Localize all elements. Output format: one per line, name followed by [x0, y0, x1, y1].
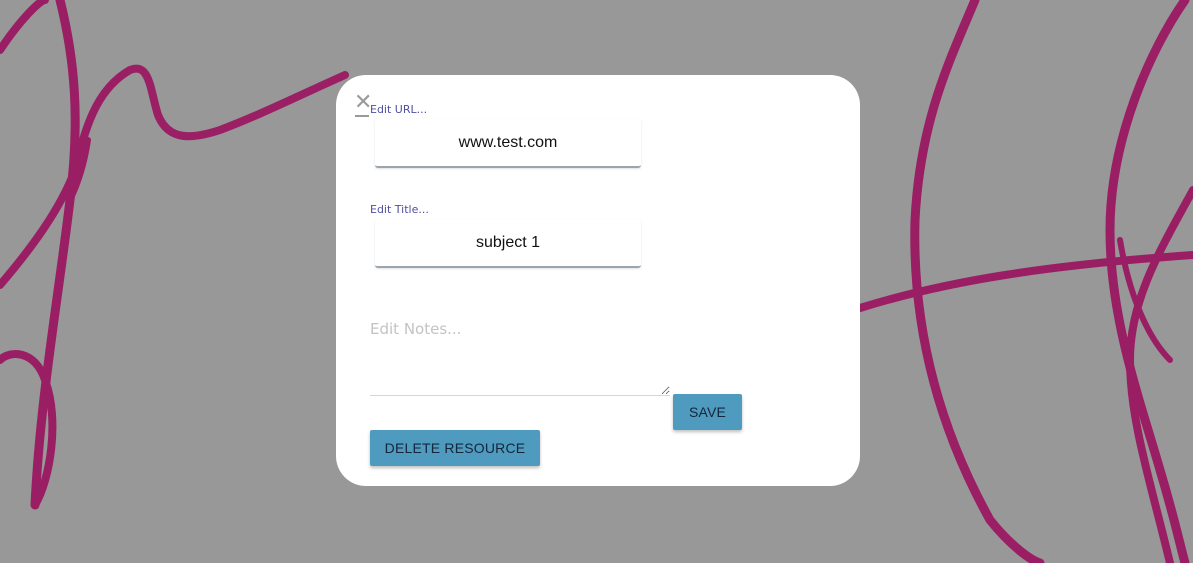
url-label: Edit URL...: [370, 103, 428, 116]
close-underline: [355, 115, 369, 117]
save-button[interactable]: SAVE: [673, 394, 742, 430]
title-label: Edit Title...: [370, 203, 429, 216]
notes-textarea[interactable]: [370, 315, 670, 396]
edit-resource-modal: ✕ Edit URL... Edit Title... SAVE DELETE …: [336, 75, 860, 486]
title-input[interactable]: [375, 219, 641, 268]
delete-resource-button[interactable]: DELETE RESOURCE: [370, 430, 540, 466]
close-icon[interactable]: ✕: [354, 92, 372, 117]
url-input[interactable]: [375, 119, 641, 168]
